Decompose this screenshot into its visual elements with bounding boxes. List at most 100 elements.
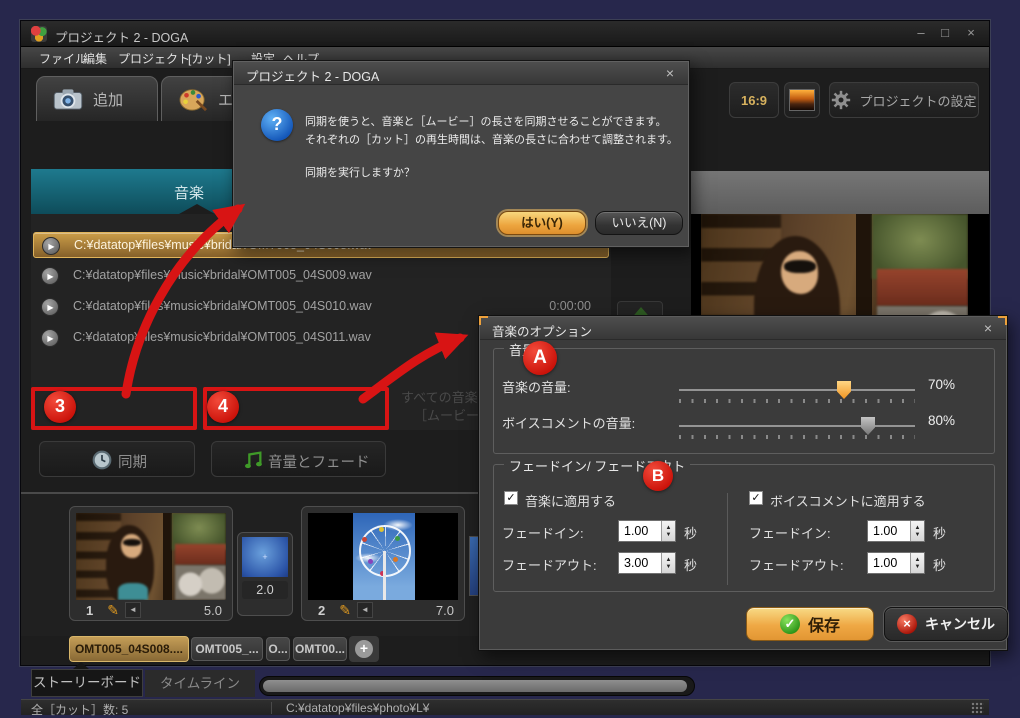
music-volume-label: 音楽の音量: xyxy=(502,377,571,396)
spin-up-icon[interactable]: ▲ xyxy=(915,557,921,563)
sync-button-label: 同期 xyxy=(118,451,147,472)
storyboard-cut-2[interactable]: 2 ✎ ◄ 7.0 xyxy=(301,506,465,621)
close-button[interactable]: × xyxy=(961,25,981,40)
minimize-button[interactable]: – xyxy=(911,25,931,40)
menu-file[interactable]: ファイル xyxy=(39,50,87,67)
music-fade-in-value[interactable]: 1.00 xyxy=(619,521,661,541)
music-file-path: C:¥datatop¥files¥music¥bridal¥OMT005_04S… xyxy=(73,330,371,344)
volume-fade-button-label: 音量とフェード xyxy=(268,451,370,472)
voice-fade-out-input[interactable]: 1.00 ▲▼ xyxy=(867,552,925,574)
music-options-dialog: 音楽のオプション × 音量 音楽の音量: 70% ボイスコメントの音量: 80%… xyxy=(478,315,1008,651)
title-bar: プロジェクト 2 - DOGA – □ × xyxy=(21,21,989,47)
tab-timeline[interactable]: タイムライン xyxy=(145,670,255,697)
transition-duration: 2.0 xyxy=(242,581,288,599)
cancel-button[interactable]: × キャンセル xyxy=(884,607,1008,641)
play-icon[interactable]: ▶ xyxy=(41,329,59,347)
clock-icon xyxy=(92,450,112,470)
apply-music-checkbox[interactable]: ✓ xyxy=(504,491,518,505)
volume-fade-button[interactable]: 音量とフェード xyxy=(211,441,386,477)
maximize-button[interactable]: □ xyxy=(935,25,955,40)
storyboard-scrollbar[interactable] xyxy=(259,676,695,696)
transition-block[interactable]: + 2.0 xyxy=(237,532,293,616)
cancel-label: キャンセル xyxy=(925,614,995,634)
options-close-icon[interactable]: × xyxy=(980,320,996,336)
menu-project[interactable]: プロジェクト xyxy=(118,50,190,67)
fade-group: フェードイン/ フェードアウト ✓ 音楽に適用する フェードイン: 1.00 ▲… xyxy=(493,464,995,592)
speaker-icon[interactable]: ◄ xyxy=(125,602,141,618)
spinner-buttons[interactable]: ▲▼ xyxy=(661,521,675,541)
voice-fade-out-value[interactable]: 1.00 xyxy=(868,553,910,573)
speaker-icon[interactable]: ◄ xyxy=(357,602,373,618)
file-tab-4[interactable]: OMT00... xyxy=(293,637,347,661)
spin-down-icon[interactable]: ▼ xyxy=(915,532,921,538)
transition-thumbnail[interactable]: + xyxy=(242,537,288,577)
play-icon[interactable]: ▶ xyxy=(42,237,60,255)
music-fade-in-input[interactable]: 1.00 ▲▼ xyxy=(618,520,676,542)
unit-label: 秒 xyxy=(933,523,946,542)
music-fade-out-label: フェードアウト: xyxy=(502,555,597,574)
background-image-button[interactable] xyxy=(784,82,820,118)
music-hint-line1: すべての音楽 xyxy=(401,387,478,406)
music-note-icon xyxy=(242,449,264,471)
file-tab-1[interactable]: OMT005_04S008.... xyxy=(69,636,189,662)
cut-number: 1 xyxy=(86,603,93,618)
voice-volume-slider[interactable] xyxy=(679,425,915,427)
save-button[interactable]: ✓ 保存 xyxy=(746,607,874,641)
music-file-path: C:¥datatop¥files¥music¥bridal¥OMT005_04S… xyxy=(73,268,372,282)
menu-edit[interactable]: 編集 xyxy=(83,50,107,67)
menu-cut[interactable]: [カット] xyxy=(188,50,231,67)
project-settings-button[interactable]: プロジェクトの設定 xyxy=(829,82,979,118)
music-volume-thumb[interactable] xyxy=(837,381,851,399)
edit-pencil-icon[interactable]: ✎ xyxy=(107,602,119,619)
spin-up-icon[interactable]: ▲ xyxy=(666,557,672,563)
play-icon[interactable]: ▶ xyxy=(41,298,59,316)
voice-fade-in-label: フェードイン: xyxy=(749,523,831,542)
play-icon[interactable]: ▶ xyxy=(41,267,59,285)
add-music-tab-button[interactable]: + xyxy=(349,636,379,662)
cut-number: 2 xyxy=(318,603,325,618)
window-title: プロジェクト 2 - DOGA xyxy=(55,27,188,46)
options-title: 音楽のオプション xyxy=(492,321,592,340)
edit-pencil-icon[interactable]: ✎ xyxy=(339,602,351,619)
voice-fade-in-value[interactable]: 1.00 xyxy=(868,521,910,541)
aspect-ratio-button[interactable]: 16:9 xyxy=(729,82,779,118)
music-fade-out-input[interactable]: 3.00 ▲▼ xyxy=(618,552,676,574)
voice-fade-in-input[interactable]: 1.00 ▲▼ xyxy=(867,520,925,542)
voice-volume-thumb[interactable] xyxy=(861,417,875,435)
ferris-pole xyxy=(383,551,386,600)
dialog-close-icon[interactable]: × xyxy=(662,65,678,81)
save-label: 保存 xyxy=(808,612,840,636)
scrollbar-thumb[interactable] xyxy=(263,680,687,692)
spin-down-icon[interactable]: ▼ xyxy=(666,532,672,538)
music-list-item[interactable]: ▶ C:¥datatop¥files¥music¥bridal¥OMT005_0… xyxy=(33,263,609,289)
spin-up-icon[interactable]: ▲ xyxy=(666,525,672,531)
spin-down-icon[interactable]: ▼ xyxy=(915,564,921,570)
spin-down-icon[interactable]: ▼ xyxy=(666,564,672,570)
unit-label: 秒 xyxy=(684,555,697,574)
voice-fade-out-label: フェードアウト: xyxy=(749,555,844,574)
tab-storyboard[interactable]: ストーリーボード xyxy=(31,669,143,697)
resize-grip[interactable] xyxy=(971,702,984,714)
music-fade-out-value[interactable]: 3.00 xyxy=(619,553,661,573)
sync-button[interactable]: 同期 xyxy=(39,441,195,477)
spinner-buttons[interactable]: ▲▼ xyxy=(910,553,924,573)
spin-up-icon[interactable]: ▲ xyxy=(915,525,921,531)
spinner-buttons[interactable]: ▲▼ xyxy=(661,553,675,573)
yes-button[interactable]: はい(Y) xyxy=(498,211,586,235)
tab-add[interactable]: 追加 xyxy=(36,76,158,121)
spinner-buttons[interactable]: ▲▼ xyxy=(910,521,924,541)
preview-header xyxy=(691,171,989,214)
active-section-notch xyxy=(179,204,215,214)
music-fade-in-label: フェードイン: xyxy=(502,523,584,542)
music-volume-slider[interactable] xyxy=(679,389,915,391)
file-tab-2[interactable]: OMT005_... xyxy=(191,637,263,661)
dialog-message-line2: それぞれの［カット］の再生時間は、音楽の長さに合わせて調整されます。 xyxy=(305,131,678,147)
no-button[interactable]: いいえ(N) xyxy=(595,211,683,235)
file-tab-3[interactable]: O... xyxy=(266,637,290,661)
music-section-label: 音楽 xyxy=(174,182,204,203)
cut-1-toolbar: 1 ✎ ◄ 5.0 xyxy=(76,600,226,620)
apply-voice-checkbox[interactable]: ✓ xyxy=(749,491,763,505)
apply-music-label: 音楽に適用する xyxy=(525,491,616,510)
storyboard-cut-1[interactable]: 1 ✎ ◄ 5.0 xyxy=(69,506,233,621)
gear-icon xyxy=(831,90,851,110)
